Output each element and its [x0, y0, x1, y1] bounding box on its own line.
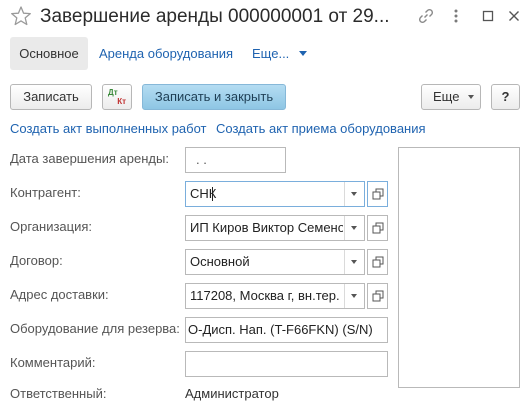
reserve-equipment-field[interactable]: О-Дисп. Нап. (T-F66FKN) (S/N): [185, 317, 388, 343]
counterparty-label: Контрагент:: [10, 185, 81, 200]
dt-label: Дт: [108, 88, 118, 97]
responsible-value: Администратор: [185, 386, 279, 401]
save-and-close-button[interactable]: Записать и закрыть: [142, 84, 286, 110]
more-actions-label: Еще: [433, 89, 460, 104]
responsible-label: Ответственный:: [10, 386, 107, 401]
link-icon[interactable]: [417, 7, 435, 25]
contract-label: Договор:: [10, 253, 63, 268]
organization-open-button[interactable]: [367, 215, 388, 241]
contract-open-button[interactable]: [367, 249, 388, 275]
dropdown-arrow-icon: [351, 260, 357, 264]
chevron-down-icon: [468, 95, 474, 99]
close-icon[interactable]: [505, 7, 523, 25]
comment-label: Комментарий:: [10, 355, 96, 370]
maximize-icon[interactable]: [479, 7, 497, 25]
favorite-star-icon[interactable]: [10, 5, 32, 27]
end-date-value: . .: [196, 152, 207, 167]
organization-field[interactable]: ИП Киров Виктор Семенович: [185, 215, 365, 241]
organization-label: Организация:: [10, 219, 93, 234]
contract-dropdown-button[interactable]: [344, 250, 364, 274]
counterparty-open-button[interactable]: [367, 181, 388, 207]
delivery-address-dropdown-button[interactable]: [344, 284, 364, 308]
nav-more-link[interactable]: Еще...: [252, 37, 289, 70]
help-button[interactable]: ?: [491, 84, 520, 110]
text-cursor: [212, 187, 213, 201]
create-act-work-link[interactable]: Создать акт выполненных работ: [10, 121, 207, 136]
dropdown-arrow-icon: [351, 192, 357, 196]
counterparty-field[interactable]: СНК: [185, 181, 365, 207]
end-date-label: Дата завершения аренды:: [10, 151, 169, 166]
tab-main[interactable]: Основное: [10, 37, 88, 70]
save-button[interactable]: Записать: [10, 84, 92, 110]
delivery-address-label: Адрес доставки:: [10, 287, 109, 302]
tab-equipment-rent[interactable]: Аренда оборудования: [99, 37, 233, 70]
counterparty-dropdown-button[interactable]: [344, 182, 364, 206]
dropdown-arrow-icon: [351, 226, 357, 230]
side-panel[interactable]: [398, 147, 520, 388]
more-actions-button[interactable]: Еще: [421, 84, 481, 110]
delivery-address-open-button[interactable]: [367, 283, 388, 309]
reserve-equipment-value: О-Дисп. Нап. (T-F66FKN) (S/N): [188, 322, 373, 337]
reserve-equipment-label: Оборудование для резерва:: [10, 321, 180, 336]
dt-kt-button[interactable]: Дт Кт: [102, 84, 132, 110]
kt-label: Кт: [117, 97, 126, 106]
organization-value: ИП Киров Виктор Семенович: [190, 220, 343, 235]
delivery-address-field[interactable]: 117208, Москва г, вн.тер. г. Муниципальн…: [185, 283, 365, 309]
create-act-receive-link[interactable]: Создать акт приема оборудования: [216, 121, 426, 136]
chevron-down-icon: [299, 51, 307, 56]
delivery-address-value: 117208, Москва г, вн.тер. г. Муниципальн…: [190, 288, 343, 303]
dropdown-arrow-icon: [351, 294, 357, 298]
open-form-icon: [372, 222, 384, 234]
open-form-icon: [372, 290, 384, 302]
comment-field[interactable]: [185, 351, 388, 377]
window-title: Завершение аренды 000000001 от 29...: [40, 6, 390, 27]
end-date-field[interactable]: . .: [185, 147, 286, 173]
more-vertical-icon[interactable]: [447, 7, 465, 25]
contract-field[interactable]: Основной: [185, 249, 365, 275]
contract-value: Основной: [190, 254, 250, 269]
open-form-icon: [372, 188, 384, 200]
organization-dropdown-button[interactable]: [344, 216, 364, 240]
open-form-icon: [372, 256, 384, 268]
